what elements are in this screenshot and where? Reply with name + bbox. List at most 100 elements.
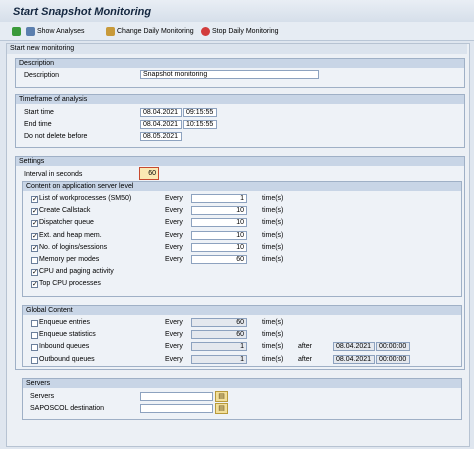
- row-label: Enqueue entries: [39, 319, 90, 326]
- stop-daily-label: Stop Daily Monitoring: [212, 27, 279, 35]
- every-label: Every: [165, 319, 183, 326]
- row-label: No. of logins/sessions: [39, 243, 108, 251]
- every-label: Every: [165, 331, 183, 339]
- row-checkbox[interactable]: ✓: [31, 281, 38, 289]
- stop-icon: [201, 26, 210, 36]
- after-label: after: [298, 343, 313, 351]
- application-toolbar: Show Analyses Change Daily Monitoring St…: [0, 22, 474, 41]
- row-checkbox[interactable]: ✓: [31, 220, 38, 228]
- row-checkbox[interactable]: [31, 332, 38, 340]
- times-label: time(s): [262, 331, 284, 339]
- row-label: List of workprocesses (SM50): [39, 195, 132, 202]
- interval-input[interactable]: 60: [139, 167, 159, 180]
- saposcol-input[interactable]: [140, 404, 213, 413]
- every-label: Every: [165, 219, 183, 227]
- after-label: after: [298, 355, 313, 363]
- every-value-input[interactable]: 10: [191, 206, 247, 216]
- description-group-header: Description: [16, 59, 464, 68]
- settings-group-header: Settings: [16, 157, 464, 166]
- times-label: time(s): [262, 195, 284, 202]
- row-checkbox[interactable]: ✓: [31, 208, 38, 216]
- app-server-content-header: Content on application server level: [23, 182, 461, 191]
- every-value-input[interactable]: 10: [191, 218, 247, 228]
- saposcol-value-help-button[interactable]: ▤: [215, 403, 228, 414]
- times-label: time(s): [262, 231, 284, 239]
- row-label: Ext. and heap mem.: [39, 231, 102, 239]
- end-date-input[interactable]: 08.04.2021: [140, 120, 182, 129]
- no-delete-label: Do not delete before: [24, 133, 88, 140]
- row-checkbox[interactable]: [31, 344, 38, 352]
- every-value-input[interactable]: 10: [191, 230, 247, 240]
- start-date-input[interactable]: 08.04.2021: [140, 108, 182, 117]
- every-label: Every: [165, 355, 183, 363]
- stop-daily-button[interactable]: Stop Daily Monitoring: [201, 25, 279, 37]
- row-label: Memory per modes: [39, 256, 100, 263]
- times-label: time(s): [262, 243, 284, 251]
- no-delete-date-input[interactable]: 08.05.2021: [140, 132, 182, 141]
- change-daily-button[interactable]: Change Daily Monitoring: [106, 25, 194, 37]
- row-checkbox[interactable]: ✓: [31, 244, 38, 252]
- row-checkbox[interactable]: [31, 356, 38, 364]
- after-time-input[interactable]: 00:00:00: [376, 342, 410, 352]
- saposcol-label: SAPOSCOL destination: [30, 405, 105, 412]
- servers-group-header: Servers: [23, 379, 461, 388]
- description-input[interactable]: Snapshot monitoring: [140, 70, 319, 79]
- row-checkbox[interactable]: ✓: [31, 196, 38, 203]
- every-label: Every: [165, 256, 183, 263]
- row-checkbox[interactable]: ✓: [31, 269, 38, 277]
- every-value-input[interactable]: 1: [191, 354, 247, 364]
- every-value-input[interactable]: 1: [191, 194, 247, 203]
- start-time-label: Start time: [24, 109, 54, 116]
- servers-input[interactable]: [140, 392, 213, 401]
- after-date-input[interactable]: 08.04.2021: [333, 342, 375, 352]
- every-value-input[interactable]: 60: [191, 318, 247, 327]
- times-label: time(s): [262, 256, 284, 263]
- after-time-input[interactable]: 00:00:00: [376, 354, 410, 364]
- times-label: time(s): [262, 207, 284, 215]
- start-time-input[interactable]: 09:15:55: [183, 108, 217, 117]
- row-label: Outbound queues: [39, 355, 95, 363]
- row-label: Dispatcher queue: [39, 219, 94, 227]
- show-analyses-button[interactable]: Show Analyses: [26, 25, 84, 37]
- panel-header-label: Start new monitoring: [10, 45, 75, 52]
- timeframe-group-header: Timeframe of analysis: [16, 95, 464, 104]
- servers-value-help-button[interactable]: ▤: [215, 391, 228, 402]
- row-label: CPU and paging activity: [39, 268, 114, 276]
- row-checkbox[interactable]: [31, 320, 38, 327]
- times-label: time(s): [262, 355, 284, 363]
- row-label: Top CPU processes: [39, 280, 101, 288]
- servers-label: Servers: [30, 393, 55, 400]
- description-label: Description: [24, 72, 60, 79]
- end-time-label: End time: [24, 121, 52, 128]
- execute-button[interactable]: [12, 25, 21, 37]
- times-label: time(s): [262, 343, 284, 351]
- row-checkbox[interactable]: [31, 257, 38, 264]
- every-value-input[interactable]: 60: [191, 330, 247, 340]
- every-value-input[interactable]: 1: [191, 342, 247, 352]
- row-label: Create Callstack: [39, 207, 91, 215]
- interval-label: Interval in seconds: [24, 171, 83, 178]
- row-checkbox[interactable]: ✓: [31, 232, 38, 240]
- row-label: Inbound queues: [39, 343, 90, 351]
- every-label: Every: [165, 243, 183, 251]
- after-date-input[interactable]: 08.04.2021: [333, 354, 375, 364]
- servers-group: Servers: [22, 378, 462, 420]
- page-title: Start Snapshot Monitoring: [13, 6, 152, 18]
- row-label: Enqueue statistics: [39, 331, 96, 339]
- value-help-icon: ▤: [218, 393, 225, 400]
- analysis-icon: [26, 26, 35, 36]
- every-value-input[interactable]: 60: [191, 255, 247, 264]
- times-label: time(s): [262, 319, 284, 326]
- global-content-header: Global Content: [23, 306, 461, 315]
- every-label: Every: [165, 207, 183, 215]
- value-help-icon: ▤: [218, 405, 225, 412]
- every-label: Every: [165, 231, 183, 239]
- pencil-icon: [106, 26, 115, 36]
- panel-header: [7, 44, 467, 54]
- every-value-input[interactable]: 10: [191, 242, 247, 252]
- every-label: Every: [165, 343, 183, 351]
- execute-icon: [12, 26, 21, 36]
- times-label: time(s): [262, 219, 284, 227]
- change-daily-label: Change Daily Monitoring: [117, 27, 194, 35]
- end-time-input[interactable]: 10:15:55: [183, 120, 217, 129]
